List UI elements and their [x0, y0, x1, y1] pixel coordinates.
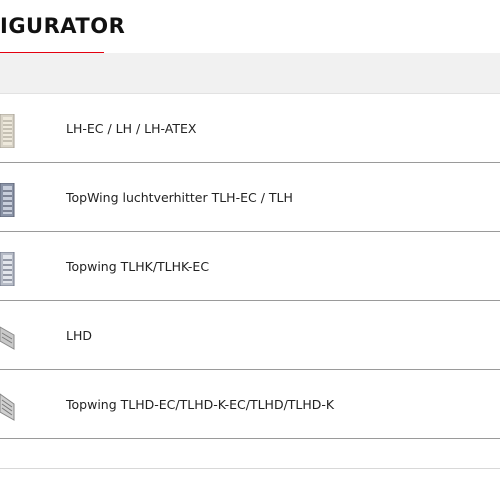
product-row-topwing-tlh[interactable]: TopWing luchtverhitter TLH-EC / TLH [0, 163, 500, 232]
ceiling-unit-thumbnail-icon [0, 321, 18, 355]
product-label: LH-EC / LH / LH-ATEX [66, 121, 197, 136]
list-bottom-divider [0, 468, 500, 469]
product-list: LH-EC / LH / LH-ATEX TopWing luchtverhit… [0, 94, 500, 439]
product-label: Topwing TLHK/TLHK-EC [66, 259, 210, 274]
product-label: TopWing luchtverhitter TLH-EC / TLH [66, 190, 293, 205]
product-label: Topwing TLHD-EC/TLHD-K-EC/TLHD/TLHD-K [66, 397, 335, 412]
page-title: IGURATOR [0, 14, 126, 38]
list-header-bar [0, 53, 500, 94]
product-row-lh-ec[interactable]: LH-EC / LH / LH-ATEX [0, 94, 500, 163]
configurator-page: IGURATOR LH-EC / LH / LH-ATEX TopWing lu… [0, 0, 500, 500]
topwing-cooler-thumbnail-icon [0, 251, 18, 287]
product-row-topwing-tlhk[interactable]: Topwing TLHK/TLHK-EC [0, 232, 500, 301]
topwing-ceiling-unit-thumbnail-icon [0, 390, 18, 424]
topwing-heater-thumbnail-icon [0, 182, 18, 218]
product-label: LHD [66, 328, 92, 343]
product-row-topwing-tlhd[interactable]: Topwing TLHD-EC/TLHD-K-EC/TLHD/TLHD-K [0, 370, 500, 439]
product-row-lhd[interactable]: LHD [0, 301, 500, 370]
unit-heater-thumbnail-icon [0, 113, 18, 149]
